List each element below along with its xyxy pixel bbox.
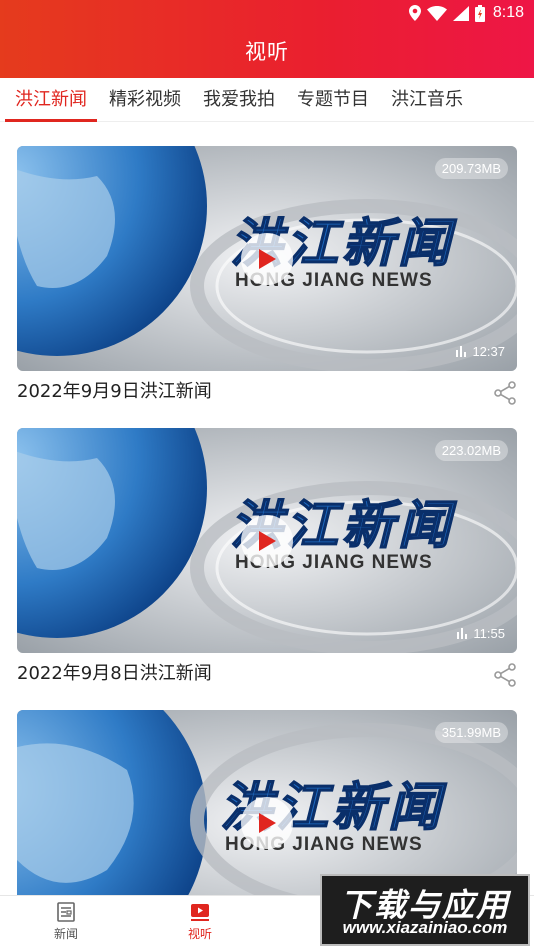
tab-my-shots[interactable]: 我爱我拍 [193,78,285,122]
status-bar: 8:18 [0,0,534,28]
video-icon [191,904,209,921]
file-size-badge: 223.02MB [434,440,508,461]
status-time: 8:18 [492,4,524,21]
play-icon [259,812,276,833]
watermark-logo: 下载与应用 www.xiazainiao.com [320,874,530,946]
play-icon [259,248,276,269]
tab-hongjiang-news[interactable]: 洪江新闻 [5,78,97,122]
video-card[interactable]: 洪江新闻 HONG JIANG NEWS 209.73MB 12:37 2022… [17,146,517,428]
signal-icon [452,5,469,21]
page-title: 视听 [245,40,289,64]
video-thumbnail[interactable]: 洪江新闻 HONG JIANG NEWS 209.73MB 12:37 [17,146,517,371]
share-icon[interactable] [493,381,517,405]
nav-label: 视听 [187,927,212,941]
nav-label: 新闻 [53,927,78,941]
share-icon[interactable] [493,663,517,687]
play-icon [259,530,276,551]
duration: 12:37 [456,344,505,359]
app-root: 8:18 视听 洪江新闻 精彩视频 我爱我拍 专题节目 洪江音乐 洪江新闻 HO… [0,0,534,950]
location-icon [408,5,421,21]
nav-item-video[interactable]: 视听 [165,902,235,942]
wifi-icon [426,5,447,21]
news-icon [57,902,75,922]
play-button[interactable] [241,232,293,285]
tab-special-programs[interactable]: 专题节目 [287,78,379,122]
duration-text: 12:37 [472,344,505,359]
video-thumbnail[interactable]: 洪江新闻 HONG JIANG NEWS 223.02MB 11:55 [17,428,517,653]
video-card[interactable]: 洪江新闻 HONG JIANG NEWS 223.02MB 11:55 2022… [17,428,517,710]
video-list: 洪江新闻 HONG JIANG NEWS 209.73MB 12:37 2022… [17,146,517,950]
nav-item-news[interactable]: 新闻 [31,902,101,942]
category-tabs: 洪江新闻 精彩视频 我爱我拍 专题节目 洪江音乐 [0,78,534,122]
tab-hongjiang-music[interactable]: 洪江音乐 [381,78,473,122]
file-size-badge: 351.99MB [434,722,508,743]
video-title[interactable]: 2022年9月9日洪江新闻 [17,377,212,403]
tab-featured-videos[interactable]: 精彩视频 [99,78,191,122]
video-title[interactable]: 2022年9月8日洪江新闻 [17,659,212,685]
play-button[interactable] [241,796,293,849]
watermark-url: www.xiazainiao.com [342,918,508,937]
header: 8:18 视听 [0,0,534,78]
bars-icon [457,628,468,639]
duration-text: 11:55 [473,626,505,641]
bars-icon [456,346,467,357]
battery-icon [474,4,485,22]
duration: 11:55 [457,626,505,641]
play-button[interactable] [241,514,293,567]
file-size-badge: 209.73MB [434,158,508,179]
